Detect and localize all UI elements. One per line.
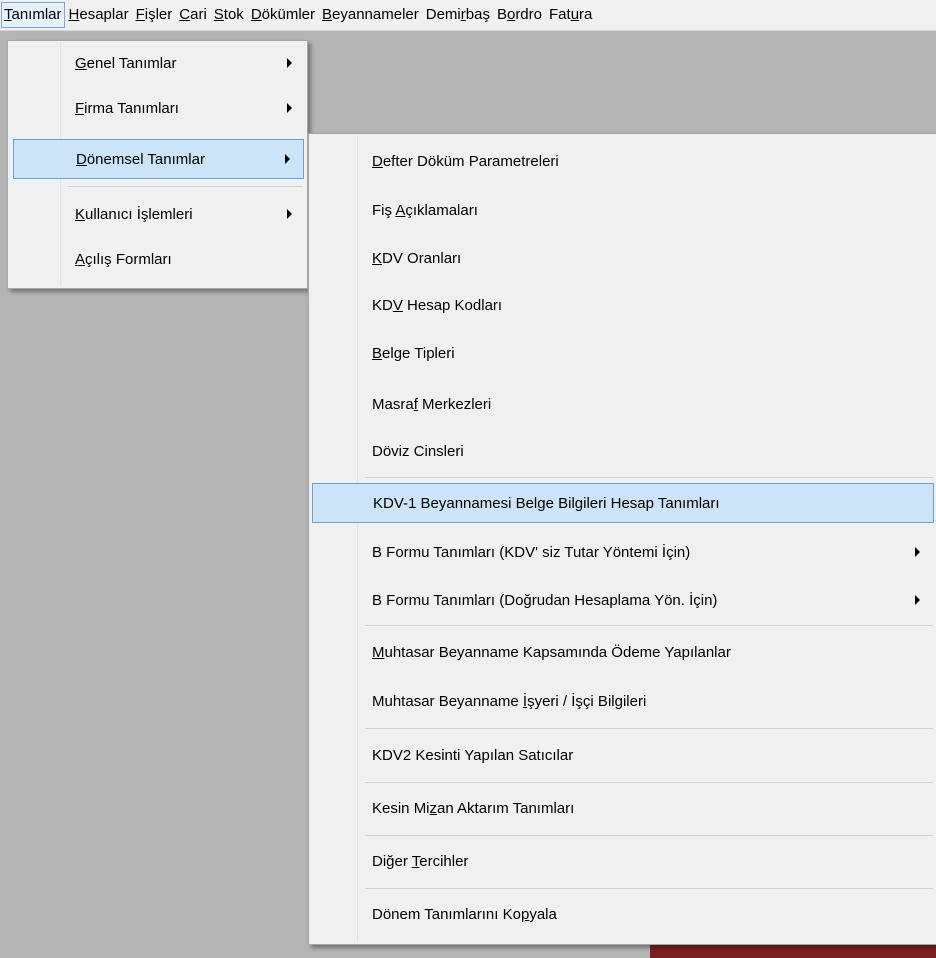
menu-item-label: Fiş Açıklamaları [372, 201, 478, 219]
menu-separator [365, 477, 933, 478]
menu-item-kdv2-kesinti[interactable]: KDV2 Kesinti Yapılan Satıcılar [312, 735, 934, 775]
menu-cari[interactable]: Cari [176, 2, 210, 28]
menu-bar: Tanımlar Hesaplar Fişler Cari Stok Döküm… [0, 0, 936, 31]
menu-item-label: B Formu Tanımları (Doğrudan Hesaplama Yö… [372, 591, 718, 609]
submenu-arrow-icon [287, 209, 292, 219]
menu-separator [365, 888, 933, 889]
menu-tanimlar[interactable]: Tanımlar [1, 2, 65, 28]
tanimlar-dropdown: Genel Tanımlar Firma Tanımları Dönemsel … [7, 40, 308, 289]
menu-item-label: Kullanıcı İşlemleri [75, 205, 193, 223]
menu-dokumler[interactable]: Dökümler [248, 2, 318, 28]
menu-hesaplar[interactable]: Hesaplar [66, 2, 132, 28]
menu-item-label: Kesin Mizan Aktarım Tanımları [372, 799, 575, 817]
menu-separator [365, 728, 933, 729]
menu-item-label: KDV Hesap Kodları [372, 296, 503, 314]
menu-item-label: Defter Döküm Parametreleri [372, 152, 559, 170]
menu-beyannameler[interactable]: Beyannameler [319, 2, 422, 28]
menu-separator [68, 186, 303, 187]
menu-item-label: Dönemsel Tanımlar [76, 150, 205, 168]
menu-item-doviz-cinsleri[interactable]: Döviz Cinsleri [312, 431, 934, 471]
menu-item-label: KDV2 Kesinti Yapılan Satıcılar [372, 746, 574, 764]
menu-item-kdv-oranlari[interactable]: KDV Oranları [312, 238, 934, 278]
menu-item-label: Belge Tipleri [372, 344, 455, 362]
menu-item-label: Muhtasar Beyanname İşyeri / İşçi Bilgile… [372, 692, 647, 710]
menu-item-kdv-hesap-kodlari[interactable]: KDV Hesap Kodları [312, 285, 934, 325]
menu-item-defter-dokum-parametreleri[interactable]: Defter Döküm Parametreleri [312, 141, 934, 181]
menu-item-firma-tanimlari[interactable]: Firma Tanımları [11, 88, 304, 128]
menu-item-donem-tanimlarini-kopyala[interactable]: Dönem Tanımlarını Kopyala [312, 894, 934, 934]
menu-item-label: Döviz Cinsleri [372, 442, 464, 460]
menu-fatura[interactable]: Fatura [546, 2, 595, 28]
menu-item-muhtasar-isyeri-isci[interactable]: Muhtasar Beyanname İşyeri / İşçi Bilgile… [312, 681, 934, 721]
menu-separator [365, 782, 933, 783]
menu-item-label: Firma Tanımları [75, 99, 179, 117]
submenu-arrow-icon [287, 58, 292, 68]
menu-item-genel-tanimlar[interactable]: Genel Tanımlar [11, 43, 304, 83]
menu-bordro[interactable]: Bordro [494, 2, 545, 28]
menu-separator [365, 835, 933, 836]
menu-item-belge-tipleri[interactable]: Belge Tipleri [312, 333, 934, 373]
menu-item-kdv1-belge-bilgileri[interactable]: KDV-1 Beyannamesi Belge Bilgileri Hesap … [312, 483, 934, 523]
menu-item-muhtasar-odeme-yapilanlar[interactable]: Muhtasar Beyanname Kapsamında Ödeme Yapı… [312, 632, 934, 672]
menu-item-label: Masraf Merkezleri [372, 395, 492, 413]
menu-item-label: Genel Tanımlar [75, 54, 177, 72]
menu-item-label: Açılış Formları [75, 250, 172, 268]
menu-item-acilis-formlari[interactable]: Açılış Formları [11, 239, 304, 279]
menu-item-fis-aciklamalari[interactable]: Fiş Açıklamaları [312, 190, 934, 230]
menu-separator [365, 625, 933, 626]
menu-item-diger-tercihler[interactable]: Diğer Tercihler [312, 841, 934, 881]
menu-demirbas[interactable]: Demirbaş [423, 2, 493, 28]
donemsel-tanimlar-submenu: Defter Döküm Parametreleri Fiş Açıklamal… [308, 133, 936, 945]
menu-item-label: Muhtasar Beyanname Kapsamında Ödeme Yapı… [372, 643, 731, 661]
menu-item-label: B Formu Tanımları (KDV' siz Tutar Yöntem… [372, 543, 691, 561]
menu-item-kesin-mizan-aktarim[interactable]: Kesin Mizan Aktarım Tanımları [312, 788, 934, 828]
menu-item-b-formu-dogrudan[interactable]: B Formu Tanımları (Doğrudan Hesaplama Yö… [312, 580, 934, 620]
menu-item-kullanici-islemleri[interactable]: Kullanıcı İşlemleri [11, 194, 304, 234]
menu-item-label: KDV-1 Beyannamesi Belge Bilgileri Hesap … [373, 494, 720, 512]
menu-item-donemsel-tanimlar[interactable]: Dönemsel Tanımlar [13, 139, 304, 179]
submenu-arrow-icon [287, 103, 292, 113]
menu-item-b-formu-kdvsiz[interactable]: B Formu Tanımları (KDV' siz Tutar Yöntem… [312, 532, 934, 572]
menu-item-label: Dönem Tanımlarını Kopyala [372, 905, 557, 923]
submenu-arrow-icon [285, 154, 290, 164]
submenu-arrow-icon [915, 595, 920, 605]
menu-item-label: KDV Oranları [372, 249, 462, 267]
menu-stok[interactable]: Stok [211, 2, 247, 28]
menu-item-masraf-merkezleri[interactable]: Masraf Merkezleri [312, 384, 934, 424]
menu-fisler[interactable]: Fişler [133, 2, 176, 28]
menu-item-label: Diğer Tercihler [372, 852, 469, 870]
submenu-arrow-icon [915, 547, 920, 557]
